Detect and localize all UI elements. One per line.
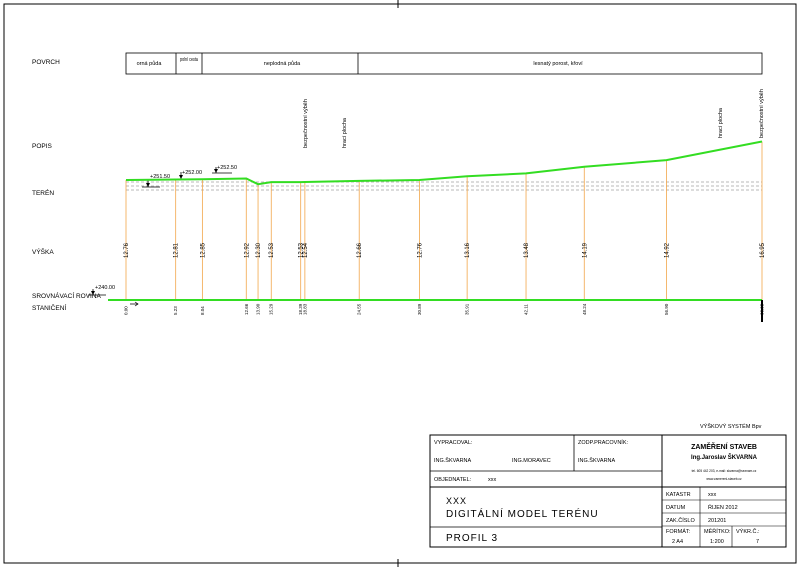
date-label: DATUM <box>666 505 686 511</box>
row-label-height: VÝŠKA <box>32 247 54 256</box>
row-label-description: POPIS <box>32 143 53 150</box>
height-system: VÝŠKOVÝ SYSTÉM Bpv <box>700 423 762 430</box>
station-label: 0.00 <box>124 306 129 315</box>
surface-segment-label: neplodná půda <box>264 60 301 67</box>
datum-level-value: +240.00 <box>95 285 115 291</box>
company-name: ZAMĚŘENÍ STAVEB <box>691 442 757 451</box>
height-label: 14.92 <box>665 242 671 258</box>
station-label: 18.83 <box>302 303 307 315</box>
height-label: 12.85 <box>200 242 206 258</box>
title-block <box>429 434 787 548</box>
level-mark: +252.00 <box>178 170 202 180</box>
station-label: 5.23 <box>173 306 178 315</box>
height-label: 12.66 <box>357 242 363 258</box>
company-owner: Ing.Jaroslav ŠKVARNA <box>691 453 758 461</box>
scale-value: 1:200 <box>710 539 724 545</box>
order-number-label: ZAK.ČÍSLO <box>666 517 695 524</box>
description-label: hrací plocha <box>718 107 724 138</box>
project-code: XXX <box>446 496 467 506</box>
station-labels: 0.00 5.23 8.04 12.66 13.90 15.29 18.39 18.83 24.… <box>124 303 765 315</box>
row-label-datum: SROVNÁVACÍ ROVINA <box>32 291 102 300</box>
company-contact: tel. 605 442 203, e-mail: skvarna@seznam… <box>692 469 757 473</box>
station-label: 13.90 <box>256 303 261 315</box>
direction-arrow-icon <box>130 301 139 307</box>
station-label: 8.04 <box>200 306 205 315</box>
station-label: 35.91 <box>465 303 470 315</box>
responsible-label: ZODP.PRACOVNÍK: <box>578 439 628 446</box>
surface-segment-label: orná půda <box>137 60 163 67</box>
height-label: 13.48 <box>524 242 530 258</box>
surface-segment-label: lesnatý porost, křoví <box>533 61 583 67</box>
company-web: www.zamereni-staveb.cz <box>706 477 742 481</box>
surface-segment-label: polní cesta <box>180 57 199 63</box>
order-number-value: 201201 <box>708 518 726 524</box>
project-title: DIGITÁLNÍ MODEL TERÉNU <box>446 507 599 520</box>
height-label: 13.16 <box>465 242 471 258</box>
station-label: 48.24 <box>582 303 587 315</box>
cadastre-value: xxx <box>708 492 717 498</box>
height-label: 12.76 <box>124 242 130 258</box>
row-label-station: STANIČENÍ <box>32 303 66 312</box>
sheet-number-value: 7 <box>756 539 759 545</box>
level-mark-value: +252.50 <box>217 165 237 171</box>
level-mark-value: +252.00 <box>182 170 202 176</box>
profile-drawing: POVRCH POPIS TERÉN VÝŠKA SROVNÁVACÍ ROVI… <box>3 0 797 567</box>
format-label: FORMÁT: <box>666 528 691 535</box>
surface-band <box>125 52 763 75</box>
description-label: bezpečnostní výběh <box>759 89 765 138</box>
client-label: OBJEDNATEL: <box>434 477 472 483</box>
responsible-name: ING.ŠKVARNA <box>578 457 616 464</box>
sheet-border <box>3 3 797 564</box>
level-mark: +252.50 <box>212 165 237 174</box>
station-label: 56.90 <box>664 303 669 315</box>
height-label: 12.54 <box>303 242 309 258</box>
scale-label: MĚŘÍTKO: <box>704 527 731 535</box>
client-value: xxx <box>488 477 497 483</box>
drawing-name: PROFIL 3 <box>446 533 498 544</box>
date-value: ŘIJEN 2012 <box>708 503 738 511</box>
station-label: 42.11 <box>524 304 529 315</box>
height-label: 14.19 <box>582 242 588 258</box>
description-label: bezpečnostní výběh <box>303 99 309 148</box>
height-label: 12.30 <box>256 242 262 258</box>
height-label: 12.92 <box>244 242 250 258</box>
height-label: 12.81 <box>174 242 180 258</box>
cadastre-label: KATASTR <box>666 492 691 498</box>
prepared-name: ING.ŠKVARNA <box>434 457 472 464</box>
row-label-terrain: TERÉN <box>32 188 54 197</box>
station-label: 15.29 <box>269 303 274 315</box>
row-label-surface: POVRCH <box>32 59 60 66</box>
sheet-number-label: VÝKR.Č.: <box>736 528 760 535</box>
height-label: 16.95 <box>760 242 766 258</box>
description-label: hrací plocha <box>342 117 348 148</box>
format-value: 2 A4 <box>672 539 683 545</box>
height-labels: 12.76 12.81 12.85 12.92 12.30 12.53 12.5312.54… <box>124 242 766 258</box>
station-label: 24.55 <box>357 303 362 315</box>
height-label: 12.53 <box>269 242 275 258</box>
height-label: 12.76 <box>417 242 423 258</box>
station-label: 12.66 <box>244 303 249 315</box>
prepared-name: ING.MORAVEC <box>512 458 551 464</box>
station-label: 30.89 <box>417 303 422 315</box>
prepared-label: VYPRACOVAL: <box>434 440 473 446</box>
